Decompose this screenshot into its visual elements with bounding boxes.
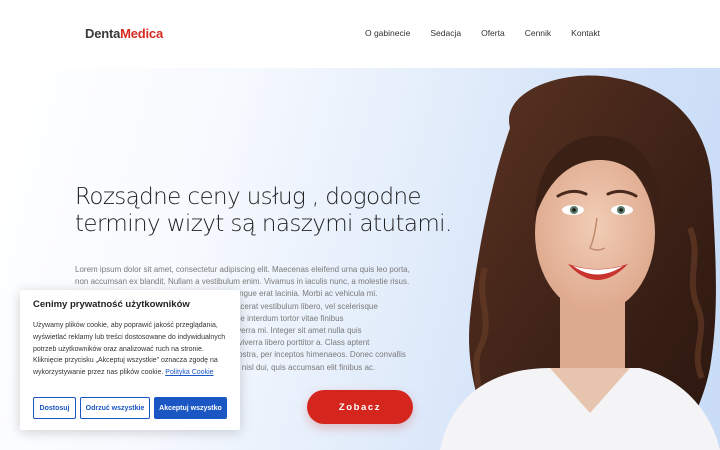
hero-headline: Rozsądne ceny usług , dogodne terminy wi… (75, 184, 455, 238)
hero-description-line: non accumsan ex blandit. Nullam a vestib… (75, 277, 410, 287)
hero-description-line: Lorem ipsum dolor sit amet, consectetur … (75, 265, 410, 274)
logo-part-2: Medica (120, 26, 163, 41)
nav-sedacja[interactable]: Sedacja (430, 28, 461, 38)
nav-cennik[interactable]: Cennik (525, 28, 551, 38)
logo[interactable]: DentaMedica (85, 26, 163, 41)
nav-o-gabinecie[interactable]: O gabinecie (365, 28, 410, 38)
cookie-title: Cenimy prywatność użytkowników (33, 299, 190, 310)
page: DentaMedica O gabinecie Sedacja Oferta C… (0, 0, 720, 450)
zobacz-button[interactable]: Zobacz (307, 390, 413, 424)
accept-all-button[interactable]: Akceptuj wszystko (154, 397, 227, 419)
hero-headline-line-1: Rozsądne ceny usług , dogodne (75, 184, 422, 210)
nav-kontakt[interactable]: Kontakt (571, 28, 600, 38)
main-nav: O gabinecie Sedacja Oferta Cennik Kontak… (365, 28, 600, 38)
cookie-buttons: Dostosuj Odrzuć wszystkie Akceptuj wszys… (33, 397, 227, 419)
nav-oferta[interactable]: Oferta (481, 28, 505, 38)
reject-all-button[interactable]: Odrzuć wszystkie (80, 397, 150, 419)
cookie-policy-link[interactable]: Polityka Cookie (165, 369, 213, 376)
site-header: DentaMedica O gabinecie Sedacja Oferta C… (0, 0, 720, 68)
cookie-text: Używamy plików cookie, aby poprawić jako… (33, 320, 227, 379)
smiling-woman-photo (440, 75, 720, 450)
customize-button[interactable]: Dostosuj (33, 397, 76, 419)
hero-headline-line-2: terminy wizyt są naszymi atutami. (75, 211, 452, 237)
logo-part-1: Denta (85, 26, 121, 41)
cookie-consent-banner: Cenimy prywatność użytkowników Używamy p… (20, 290, 240, 430)
